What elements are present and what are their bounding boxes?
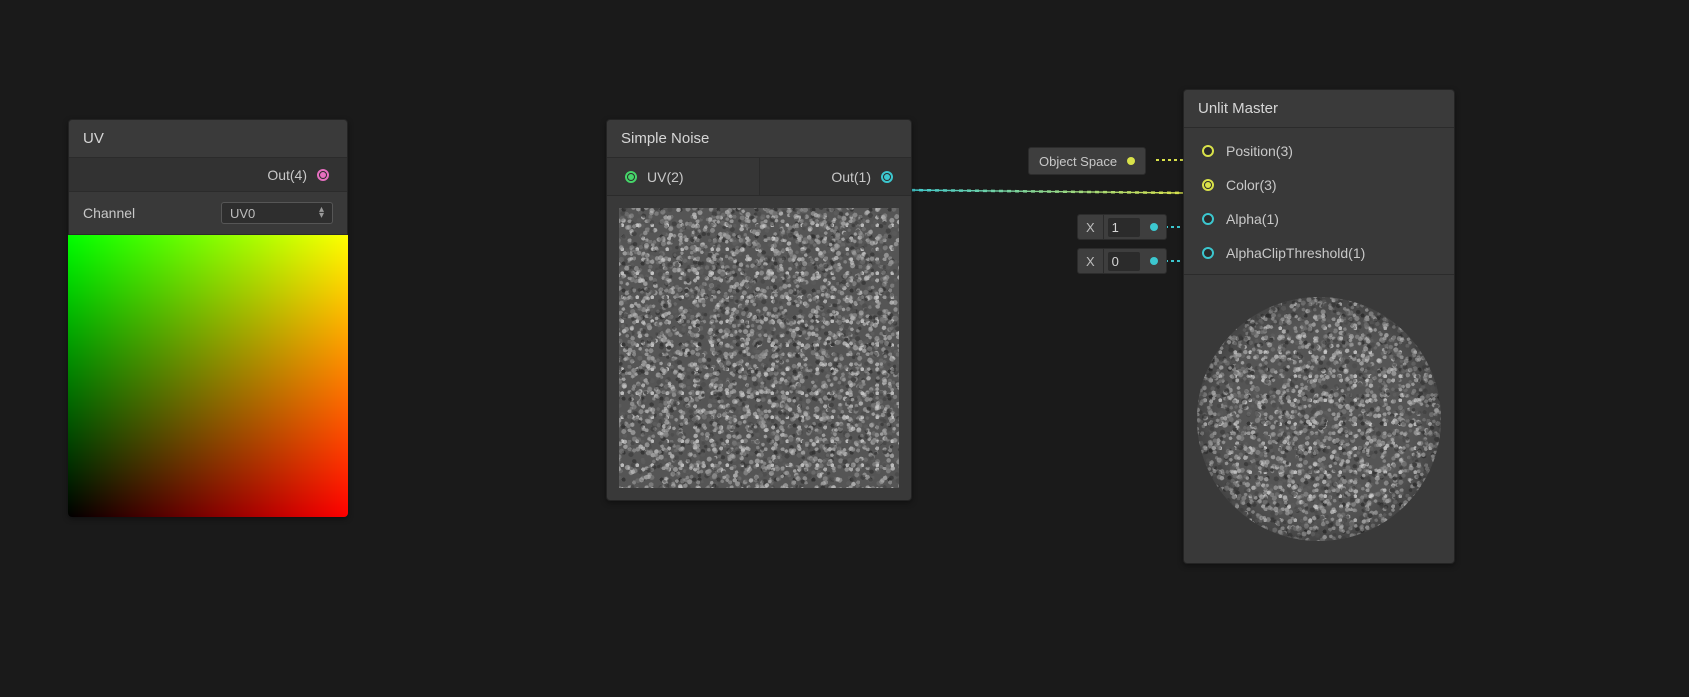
threshold-x-label: X — [1078, 249, 1104, 273]
master-alpha-label: Alpha(1) — [1226, 211, 1279, 227]
master-color-port[interactable] — [1202, 179, 1214, 191]
alpha-x-label: X — [1078, 215, 1104, 239]
noise-input-label: UV(2) — [647, 169, 684, 185]
master-inputs-block: Position(3) Color(3) Alpha(1) AlphaClipT… — [1184, 128, 1454, 275]
master-preview-sphere — [1197, 297, 1441, 541]
master-threshold-row: AlphaClipThreshold(1) — [1184, 236, 1454, 270]
alpha-pill-out-port[interactable] — [1150, 223, 1158, 231]
alpha-value-input[interactable] — [1108, 218, 1140, 237]
noise-out-port[interactable] — [881, 171, 893, 183]
threshold-value-input[interactable] — [1108, 252, 1140, 271]
threshold-pill-out-port[interactable] — [1150, 257, 1158, 265]
object-space-out-port[interactable] — [1127, 157, 1135, 165]
alpha-value-pill[interactable]: X — [1077, 214, 1167, 240]
dropdown-arrows-icon: ▴ ▾ — [319, 207, 324, 219]
uv-channel-select[interactable]: UV0 ▴ ▾ — [221, 202, 333, 224]
node-uv-title[interactable]: UV — [69, 120, 347, 158]
noise-io-row: UV(2) Out(1) — [607, 158, 911, 196]
node-uv[interactable]: UV Out(4) Channel UV0 ▴ ▾ — [68, 119, 348, 517]
noise-preview-swatch — [619, 208, 899, 488]
master-alpha-port[interactable] — [1202, 213, 1214, 225]
node-simple-noise[interactable]: Simple Noise UV(2) Out(1) — [606, 119, 912, 501]
object-space-label: Object Space — [1039, 154, 1117, 169]
master-color-label: Color(3) — [1226, 177, 1277, 193]
uv-preview-swatch — [68, 235, 348, 517]
master-position-label: Position(3) — [1226, 143, 1293, 159]
master-threshold-label: AlphaClipThreshold(1) — [1226, 245, 1365, 261]
node-unlit-master[interactable]: Unlit Master Position(3) Color(3) Alpha(… — [1183, 89, 1455, 564]
object-space-pill[interactable]: Object Space — [1028, 147, 1146, 175]
master-alpha-row: Alpha(1) — [1184, 202, 1454, 236]
uv-channel-label: Channel — [83, 205, 135, 221]
uv-output-row: Out(4) — [69, 158, 347, 192]
node-master-title[interactable]: Unlit Master — [1184, 90, 1454, 128]
uv-channel-row: Channel UV0 ▴ ▾ — [69, 192, 347, 235]
noise-uv-in-port[interactable] — [625, 171, 637, 183]
uv-output-label: Out(4) — [267, 167, 307, 183]
master-position-row: Position(3) — [1184, 134, 1454, 168]
master-preview-area — [1196, 287, 1442, 551]
uv-out-port[interactable] — [317, 169, 329, 181]
node-noise-title[interactable]: Simple Noise — [607, 120, 911, 158]
master-color-row: Color(3) — [1184, 168, 1454, 202]
uv-channel-value: UV0 — [230, 206, 255, 221]
master-threshold-port[interactable] — [1202, 247, 1214, 259]
threshold-value-pill[interactable]: X — [1077, 248, 1167, 274]
noise-output-label: Out(1) — [831, 169, 871, 185]
master-position-port[interactable] — [1202, 145, 1214, 157]
